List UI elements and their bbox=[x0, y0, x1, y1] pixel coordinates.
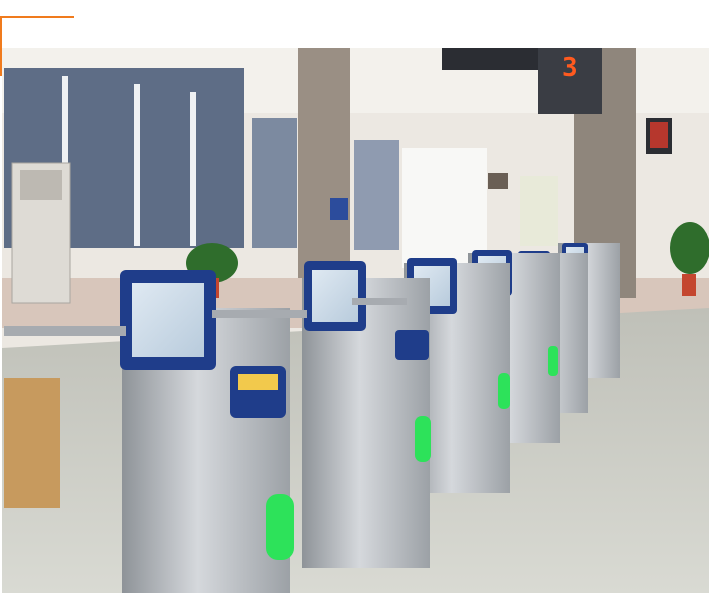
led-number-text: 3 bbox=[562, 53, 578, 83]
pillar-sign bbox=[330, 198, 348, 220]
pillar-left bbox=[298, 48, 350, 278]
plant-right bbox=[670, 222, 709, 274]
station-gates-photo: 3 bbox=[2, 48, 709, 593]
ticket-gate-1 bbox=[302, 261, 431, 568]
corner-accent-horizontal bbox=[0, 16, 74, 18]
photo-scene: 3 bbox=[2, 48, 709, 593]
led-sign-top bbox=[442, 48, 538, 70]
doorway bbox=[402, 148, 487, 268]
window-curtain-mid bbox=[252, 118, 297, 248]
front-railing bbox=[4, 326, 126, 336]
cardboard-box bbox=[4, 378, 60, 508]
window-curtain-right bbox=[354, 140, 399, 250]
side-door bbox=[520, 176, 558, 246]
ticket-gate-front bbox=[120, 270, 294, 593]
wall-clock bbox=[488, 173, 508, 189]
railing-2 bbox=[212, 310, 307, 318]
photo-frame: 3 bbox=[0, 0, 709, 593]
railing-3 bbox=[352, 298, 407, 305]
